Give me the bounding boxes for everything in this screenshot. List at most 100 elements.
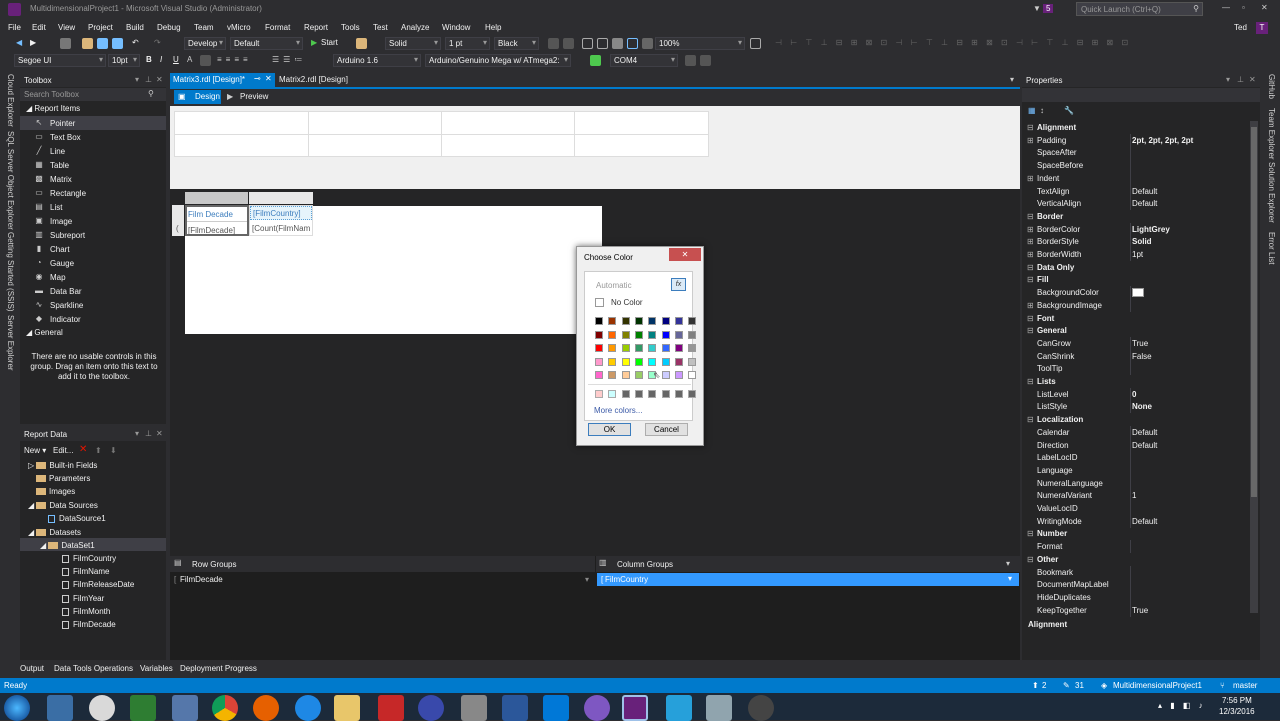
paint-icon[interactable]	[356, 38, 367, 49]
toolbox-section-general[interactable]: ◢ General	[26, 328, 63, 337]
menu-project[interactable]: Project	[88, 23, 113, 32]
monitor-icon[interactable]	[685, 55, 696, 66]
color-swatch[interactable]	[688, 357, 697, 366]
taskbar-app-icon[interactable]	[130, 695, 156, 721]
toolbox-item-chart[interactable]: Chart	[50, 245, 70, 254]
property-value[interactable]: True	[1132, 606, 1148, 615]
property-value[interactable]: LightGrey	[1132, 225, 1170, 234]
property-value[interactable]: Solid	[1132, 237, 1152, 246]
row-handle[interactable]: (	[172, 205, 184, 236]
line-color-combo[interactable]: Black	[494, 37, 539, 50]
property-category[interactable]: ⊟ Number	[1024, 527, 1250, 540]
color-swatch[interactable]	[608, 371, 617, 379]
menu-report[interactable]: Report	[304, 23, 328, 32]
no-color-swatch[interactable]	[595, 298, 604, 307]
property-value[interactable]: Default	[1132, 517, 1157, 526]
property-value[interactable]: Default	[1132, 428, 1157, 437]
recent-color-swatch[interactable]	[608, 390, 617, 398]
taskbar-app-icon[interactable]	[666, 695, 692, 721]
property-category[interactable]: ⊟ General	[1024, 324, 1250, 337]
color-swatch[interactable]	[634, 357, 643, 366]
property-value[interactable]: None	[1132, 402, 1152, 411]
property-category[interactable]: ⊟ Font	[1024, 312, 1250, 325]
property-row[interactable]: ValueLocID	[1024, 502, 1250, 515]
size-icon[interactable]	[642, 38, 653, 49]
color-swatch[interactable]	[634, 317, 643, 325]
taskbar-chrome-icon[interactable]	[212, 695, 238, 721]
chevron-down-icon[interactable]: ▾	[1008, 574, 1012, 583]
dropdown-icon[interactable]: ▾	[1226, 75, 1230, 84]
color-swatch[interactable]	[688, 371, 697, 379]
property-value[interactable]: 0	[1132, 390, 1136, 399]
cancel-button[interactable]: Cancel	[645, 423, 688, 436]
tab-data-tools-operations[interactable]: Data Tools Operations	[54, 664, 133, 673]
edit-button[interactable]: Edit...	[53, 446, 73, 455]
config-combo[interactable]: Develop	[184, 37, 226, 50]
color-swatch[interactable]	[634, 344, 643, 352]
color-swatch[interactable]	[595, 357, 603, 366]
clock-date[interactable]: 12/3/2016	[1219, 707, 1255, 716]
properties-scrollbar[interactable]	[1250, 121, 1258, 613]
matrix-data-cell[interactable]: [Count(FilmNam	[252, 224, 310, 233]
toolbox-item-indicator[interactable]: Indicator	[50, 315, 81, 324]
expand-icon[interactable]: ⊞	[1027, 174, 1034, 183]
property-value[interactable]: 1	[1132, 491, 1136, 500]
close-icon[interactable]: ✕	[156, 75, 163, 84]
pin-icon[interactable]: ⊥	[1237, 75, 1244, 84]
highlight-icon[interactable]	[200, 55, 211, 66]
recent-color-swatch[interactable]	[595, 390, 603, 398]
column-group-item[interactable]: [FilmCountry ▾	[597, 573, 1019, 586]
color-swatch[interactable]	[595, 344, 603, 352]
new-menu[interactable]: New ▾	[24, 446, 46, 455]
color-swatch[interactable]	[608, 330, 617, 339]
toolbox-item-map[interactable]: Map	[50, 273, 66, 282]
property-category[interactable]: ⊟ Data Only	[1024, 261, 1250, 274]
tree-datasets[interactable]: ◢ Datasets	[28, 528, 81, 537]
tree-field-filmdecade[interactable]: FilmDecade	[62, 620, 116, 629]
color-swatch[interactable]	[661, 330, 670, 339]
matrix-corner[interactable]: Film Decade [FilmDecade]	[185, 205, 249, 236]
expand-icon[interactable]: ⊟	[1027, 555, 1034, 564]
taskbar-app-icon[interactable]	[706, 695, 732, 721]
toolbox-item-image[interactable]: Image	[50, 217, 72, 226]
maximize-button[interactable]: ▫	[1242, 3, 1245, 12]
toolbox-item-databar[interactable]: Data Bar	[50, 287, 82, 296]
color-swatch[interactable]	[595, 371, 603, 379]
move-down-icon[interactable]: ⬇	[110, 446, 117, 455]
recent-color-swatch[interactable]	[661, 390, 670, 398]
column-handle[interactable]	[185, 192, 248, 204]
property-value[interactable]: Default	[1132, 199, 1157, 208]
save-all-icon[interactable]	[112, 38, 123, 49]
color-swatch[interactable]	[674, 317, 683, 325]
list-icons[interactable]: ☰☰≔	[272, 55, 306, 64]
border-icon[interactable]	[548, 38, 559, 49]
port-combo[interactable]: COM4	[610, 54, 678, 67]
taskbar-ie-icon[interactable]	[295, 695, 321, 721]
vtab-github[interactable]: GitHub	[1267, 74, 1276, 99]
taskbar-firefox-icon[interactable]	[253, 695, 279, 721]
tree-datasource1[interactable]: DataSource1	[48, 514, 106, 523]
back-icon[interactable]: ◀	[16, 38, 22, 47]
property-category[interactable]: ⊟ Other	[1024, 553, 1250, 566]
tree-images[interactable]: Images	[36, 487, 75, 496]
recent-color-swatch[interactable]	[674, 390, 683, 398]
expand-icon[interactable]: ⊞	[1027, 225, 1034, 234]
property-category[interactable]: ⊟ Lists	[1024, 375, 1250, 388]
property-row[interactable]: VerticalAlign Default	[1024, 197, 1250, 211]
tree-field-filmname[interactable]: FilmName	[62, 567, 109, 576]
menu-window[interactable]: Window	[442, 23, 470, 32]
property-value[interactable]: False	[1132, 352, 1152, 361]
property-category[interactable]: ⊟ Localization	[1024, 413, 1250, 426]
properties-object-combo[interactable]	[1022, 88, 1260, 102]
grid-icon[interactable]	[582, 38, 593, 49]
menu-format[interactable]: Format	[265, 23, 290, 32]
color-swatch[interactable]	[621, 371, 630, 379]
property-value[interactable]: Default	[1132, 187, 1157, 196]
expand-icon[interactable]: ⊟	[1027, 263, 1034, 272]
expand-icon[interactable]: ⊟	[1027, 212, 1034, 221]
property-row[interactable]: SpaceBefore	[1024, 159, 1250, 173]
user-avatar[interactable]: T	[1256, 22, 1268, 34]
property-row[interactable]: TextAlign Default	[1024, 184, 1250, 198]
status-branch[interactable]: master	[1233, 681, 1257, 690]
line-width-combo[interactable]: 1 pt	[445, 37, 490, 50]
